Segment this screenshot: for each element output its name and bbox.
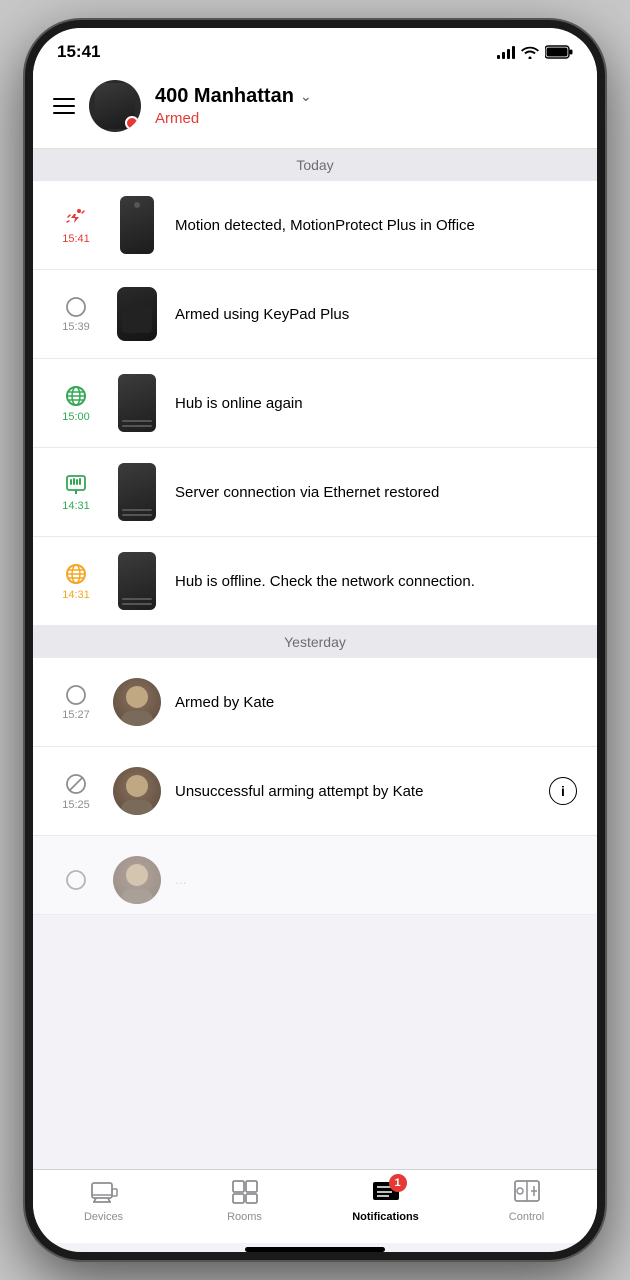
blocked-icon bbox=[64, 772, 88, 796]
control-icon bbox=[513, 1179, 541, 1205]
globe-offline-icon bbox=[64, 562, 88, 586]
nav-devices[interactable]: Devices bbox=[33, 1178, 174, 1223]
user-avatar-kate-2 bbox=[113, 767, 161, 815]
notif-icon-time-4: 14:31 bbox=[53, 473, 99, 512]
rooms-icon-wrap bbox=[230, 1178, 260, 1206]
bottom-nav: Devices Rooms bbox=[33, 1169, 597, 1243]
section-yesterday: Yesterday bbox=[33, 626, 597, 658]
notif-item-armed-keypad[interactable]: 15:39 Armed using KeyPad Plus bbox=[33, 270, 597, 359]
notif-text-7: Unsuccessful arming attempt by Kate bbox=[175, 781, 535, 802]
nav-devices-label: Devices bbox=[84, 1211, 123, 1223]
notif-icon-time-8 bbox=[53, 869, 99, 891]
notif-time-4: 14:31 bbox=[62, 500, 90, 512]
globe-online-icon bbox=[64, 384, 88, 408]
rooms-icon bbox=[231, 1179, 259, 1205]
motion-icon bbox=[64, 206, 88, 230]
header-text: 400 Manhattan ⌄ Armed bbox=[155, 85, 577, 127]
notif-text-3: Hub is online again bbox=[175, 393, 577, 414]
arm-icon-3 bbox=[65, 869, 87, 891]
notif-icon-time-2: 15:39 bbox=[53, 296, 99, 333]
notif-icon-time-3: 15:00 bbox=[53, 384, 99, 423]
nav-control[interactable]: Control bbox=[456, 1178, 597, 1223]
section-today: Today bbox=[33, 149, 597, 181]
notif-item-hub-offline[interactable]: 14:31 Hub is offline. Check the network … bbox=[33, 537, 597, 626]
notif-item-ethernet[interactable]: 14:31 Server connection via Ethernet res… bbox=[33, 448, 597, 537]
notif-time-7: 15:25 bbox=[62, 799, 90, 811]
info-button[interactable]: i bbox=[549, 777, 577, 805]
notif-icon-time-5: 14:31 bbox=[53, 562, 99, 601]
device-image-2 bbox=[113, 284, 161, 344]
notif-time-6: 15:27 bbox=[62, 709, 90, 721]
device-image-8 bbox=[113, 850, 161, 910]
status-bar: 15:41 bbox=[33, 28, 597, 70]
status-icons bbox=[497, 45, 573, 59]
notifications-icon-wrap: 1 bbox=[371, 1178, 401, 1206]
nav-rooms[interactable]: Rooms bbox=[174, 1178, 315, 1223]
signal-icon bbox=[497, 45, 515, 59]
device-image-6 bbox=[113, 672, 161, 732]
location-row[interactable]: 400 Manhattan ⌄ bbox=[155, 85, 577, 108]
notif-time-5: 14:31 bbox=[62, 589, 90, 601]
notif-item-hub-online[interactable]: 15:00 Hub is online again bbox=[33, 359, 597, 448]
device-image-3 bbox=[113, 373, 161, 433]
notif-icon-time-6: 15:27 bbox=[53, 684, 99, 721]
notif-icon-time-1: 15:41 bbox=[53, 206, 99, 245]
wifi-icon bbox=[521, 45, 539, 59]
ethernet-icon bbox=[64, 473, 88, 497]
notifications-scroll[interactable]: Today 15:41 Motion detected, Motion bbox=[33, 149, 597, 1169]
notif-icon-time-7: 15:25 bbox=[53, 772, 99, 811]
user-avatar-kate-1 bbox=[113, 678, 161, 726]
location-name: 400 Manhattan bbox=[155, 85, 294, 108]
hub-status-dot bbox=[125, 116, 139, 130]
home-indicator bbox=[245, 1247, 385, 1252]
battery-icon bbox=[545, 45, 573, 59]
phone-shell: 15:41 bbox=[25, 20, 605, 1260]
notif-text-5: Hub is offline. Check the network connec… bbox=[175, 571, 577, 592]
armed-status: Armed bbox=[155, 110, 577, 127]
chevron-down-icon: ⌄ bbox=[300, 88, 312, 105]
user-avatar-kate-3 bbox=[113, 856, 161, 904]
notif-time-1: 15:41 bbox=[62, 233, 90, 245]
notif-item-motion[interactable]: 15:41 Motion detected, MotionProtect Plu… bbox=[33, 181, 597, 270]
nav-notifications-label: Notifications bbox=[352, 1211, 419, 1223]
notif-text-2: Armed using KeyPad Plus bbox=[175, 304, 577, 325]
nav-notifications[interactable]: 1 Notifications bbox=[315, 1178, 456, 1223]
menu-button[interactable] bbox=[53, 98, 75, 114]
notif-text-4: Server connection via Ethernet restored bbox=[175, 482, 577, 503]
device-image-1 bbox=[113, 195, 161, 255]
arm-icon-1 bbox=[65, 296, 87, 318]
header: 400 Manhattan ⌄ Armed bbox=[33, 70, 597, 149]
devices-icon bbox=[90, 1179, 118, 1205]
arm-icon-2 bbox=[65, 684, 87, 706]
nav-control-label: Control bbox=[509, 1211, 544, 1223]
notifications-badge: 1 bbox=[389, 1174, 407, 1192]
hub-avatar bbox=[89, 80, 141, 132]
notif-text-6: Armed by Kate bbox=[175, 692, 577, 713]
notif-text-1: Motion detected, MotionProtect Plus in O… bbox=[175, 215, 577, 236]
device-image-4 bbox=[113, 462, 161, 522]
notif-text-8: ... bbox=[175, 870, 577, 890]
control-icon-wrap bbox=[512, 1178, 542, 1206]
device-image-5 bbox=[113, 551, 161, 611]
notif-time-2: 15:39 bbox=[62, 321, 90, 333]
notif-item-unsuccessful-kate[interactable]: 15:25 Unsuccessful arming attempt by Kat… bbox=[33, 747, 597, 836]
screen: 15:41 bbox=[33, 28, 597, 1252]
notif-item-armed-kate[interactable]: 15:27 Armed by Kate bbox=[33, 658, 597, 747]
status-time: 15:41 bbox=[57, 42, 100, 62]
nav-rooms-label: Rooms bbox=[227, 1211, 262, 1223]
notif-item-partial[interactable]: ... bbox=[33, 836, 597, 915]
notif-time-3: 15:00 bbox=[62, 411, 90, 423]
device-image-7 bbox=[113, 761, 161, 821]
devices-icon-wrap bbox=[89, 1178, 119, 1206]
